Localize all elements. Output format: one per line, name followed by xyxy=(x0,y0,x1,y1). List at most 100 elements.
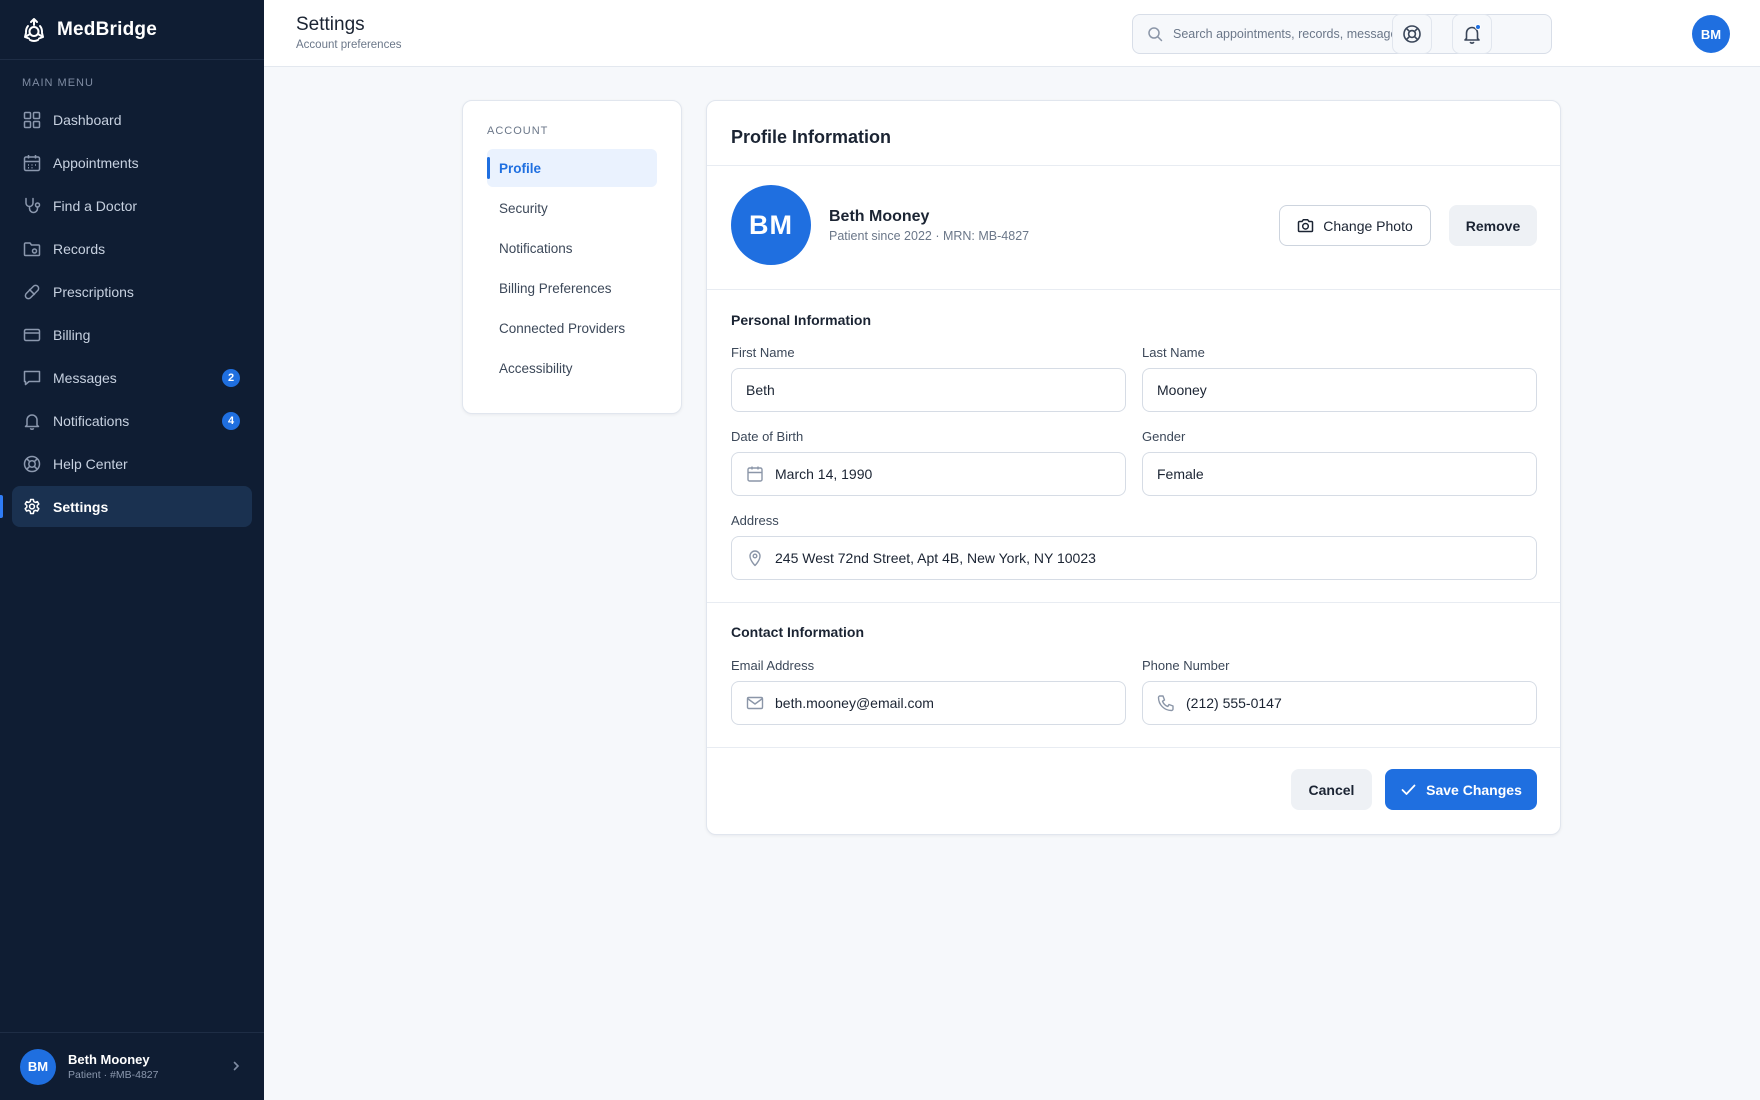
settings-tab-connected-providers[interactable]: Connected Providers xyxy=(487,309,657,347)
sidebar-item-label: Settings xyxy=(53,498,109,515)
last-name-field[interactable]: Mooney xyxy=(1142,368,1537,412)
last-name-label: Last Name xyxy=(1142,345,1205,360)
phone-number-label: Phone Number xyxy=(1142,658,1230,673)
gender-field[interactable]: Female xyxy=(1142,452,1537,496)
calendar-icon xyxy=(747,466,763,482)
sidebar-item-help-center[interactable]: Help Center xyxy=(12,443,252,484)
sidebar-user-card[interactable]: BM Beth Mooney Patient · #MB-4827 xyxy=(0,1032,264,1100)
settings-tab-billing-preferences[interactable]: Billing Preferences xyxy=(487,269,657,307)
date-of-birth-value: March 14, 1990 xyxy=(775,466,873,482)
calendar-icon xyxy=(23,154,41,171)
chevron-right-icon[interactable] xyxy=(230,1060,242,1072)
last-name-value: Mooney xyxy=(1157,382,1207,398)
pill-icon xyxy=(24,284,40,299)
brand-name: MedBridge xyxy=(57,18,157,40)
change-photo-label: Change Photo xyxy=(1323,217,1413,234)
sidebar-item-records[interactable]: Records xyxy=(12,228,252,269)
search-icon xyxy=(1148,27,1163,42)
page-title: Settings xyxy=(296,14,365,35)
email-value: beth.mooney@email.com xyxy=(775,695,934,711)
sidebar-item-billing[interactable]: Billing xyxy=(12,314,252,355)
first-name-label: First Name xyxy=(731,345,795,360)
check-icon xyxy=(1401,784,1416,795)
sidebar-item-label: Records xyxy=(53,240,106,257)
lifebuoy-icon xyxy=(1403,25,1421,43)
mail-icon xyxy=(746,696,764,710)
medbridge-logo-icon xyxy=(24,17,44,42)
sidebar-item-label: Prescriptions xyxy=(53,283,134,300)
email-field[interactable]: beth.mooney@email.com xyxy=(731,681,1126,725)
contact-information-title: Contact Information xyxy=(731,624,864,640)
sidebar-item-notifications[interactable]: Notifications 4 xyxy=(12,400,252,441)
card-title: Profile Information xyxy=(731,127,892,147)
account-avatar[interactable]: BM xyxy=(1692,15,1730,53)
address-label: Address xyxy=(731,513,779,528)
settings-tab-security[interactable]: Security xyxy=(487,189,657,227)
sidebar-item-label: Notifications xyxy=(53,412,130,429)
brand[interactable]: MedBridge xyxy=(0,0,264,60)
credit-card-icon xyxy=(23,328,41,341)
sidebar-item-label: Billing xyxy=(53,326,91,343)
email-address-label: Email Address xyxy=(731,658,815,673)
phone-field[interactable]: (212) 555-0147 xyxy=(1142,681,1537,725)
page-subtitle: Account preferences xyxy=(296,39,402,51)
bell-icon xyxy=(24,413,40,430)
user-name: Beth Mooney xyxy=(68,1052,150,1067)
save-changes-label: Save Changes xyxy=(1426,781,1522,798)
camera-icon xyxy=(1297,219,1314,233)
help-button[interactable] xyxy=(1392,14,1432,54)
change-photo-button[interactable]: Change Photo xyxy=(1279,205,1431,246)
message-icon xyxy=(23,370,41,385)
messages-count-badge: 2 xyxy=(222,369,240,387)
first-name-field[interactable]: Beth xyxy=(731,368,1126,412)
divider xyxy=(707,289,1560,290)
gender-value: Female xyxy=(1157,466,1204,482)
sidebar: MedBridge MAIN MENU Dashboard Appointmen… xyxy=(0,0,264,1100)
user-subtitle: Patient · #MB-4827 xyxy=(68,1069,159,1081)
sidebar-item-find-a-doctor[interactable]: Find a Doctor xyxy=(12,185,252,226)
settings-tab-notifications[interactable]: Notifications xyxy=(487,229,657,267)
notifications-count-badge: 4 xyxy=(222,412,240,430)
settings-nav: ACCOUNT Profile Security Notifications B… xyxy=(462,100,682,414)
main-nav: Dashboard Appointments Find a Doctor Rec… xyxy=(0,99,264,527)
sidebar-item-messages[interactable]: Messages 2 xyxy=(12,357,252,398)
cancel-button[interactable]: Cancel xyxy=(1291,769,1372,810)
address-value: 245 West 72nd Street, Apt 4B, New York, … xyxy=(775,550,1096,566)
lifebuoy-icon xyxy=(23,455,41,472)
date-of-birth-field[interactable]: March 14, 1990 xyxy=(731,452,1126,496)
divider xyxy=(707,747,1560,748)
sidebar-item-dashboard[interactable]: Dashboard xyxy=(12,99,252,140)
settings-tab-accessibility[interactable]: Accessibility xyxy=(487,349,657,387)
folder-icon xyxy=(23,241,41,256)
dashboard-icon xyxy=(23,111,41,128)
sidebar-item-label: Messages xyxy=(53,369,117,386)
phone-icon xyxy=(1157,695,1174,712)
sidebar-item-label: Dashboard xyxy=(53,111,122,128)
notifications-button[interactable] xyxy=(1452,14,1492,54)
address-field[interactable]: 245 West 72nd Street, Apt 4B, New York, … xyxy=(731,536,1537,580)
date-of-birth-label: Date of Birth xyxy=(731,429,804,444)
avatar: BM xyxy=(20,1048,56,1085)
first-name-value: Beth xyxy=(746,382,775,398)
settings-nav-heading: ACCOUNT xyxy=(487,125,549,137)
top-bar: Settings Account preferences BM xyxy=(264,0,1760,67)
profile-card: Profile Information BM Beth Mooney Patie… xyxy=(706,100,1561,835)
sidebar-item-label: Appointments xyxy=(53,154,139,171)
sidebar-item-prescriptions[interactable]: Prescriptions xyxy=(12,271,252,312)
phone-value: (212) 555-0147 xyxy=(1186,695,1282,711)
save-changes-button[interactable]: Save Changes xyxy=(1385,769,1537,810)
sidebar-item-label: Find a Doctor xyxy=(53,197,138,214)
profile-avatar: BM xyxy=(731,185,811,265)
map-pin-icon xyxy=(749,550,761,567)
sidebar-item-appointments[interactable]: Appointments xyxy=(12,142,252,183)
gender-label: Gender xyxy=(1142,429,1186,444)
sidebar-item-label: Help Center xyxy=(53,455,128,472)
settings-tab-profile[interactable]: Profile xyxy=(487,149,657,187)
personal-information-title: Personal Information xyxy=(731,312,872,328)
divider xyxy=(707,602,1560,603)
stethoscope-icon xyxy=(25,197,41,213)
remove-photo-button[interactable]: Remove xyxy=(1449,205,1537,246)
sidebar-item-settings[interactable]: Settings xyxy=(0,486,252,527)
gear-icon xyxy=(24,498,40,514)
notification-dot xyxy=(1475,24,1481,30)
